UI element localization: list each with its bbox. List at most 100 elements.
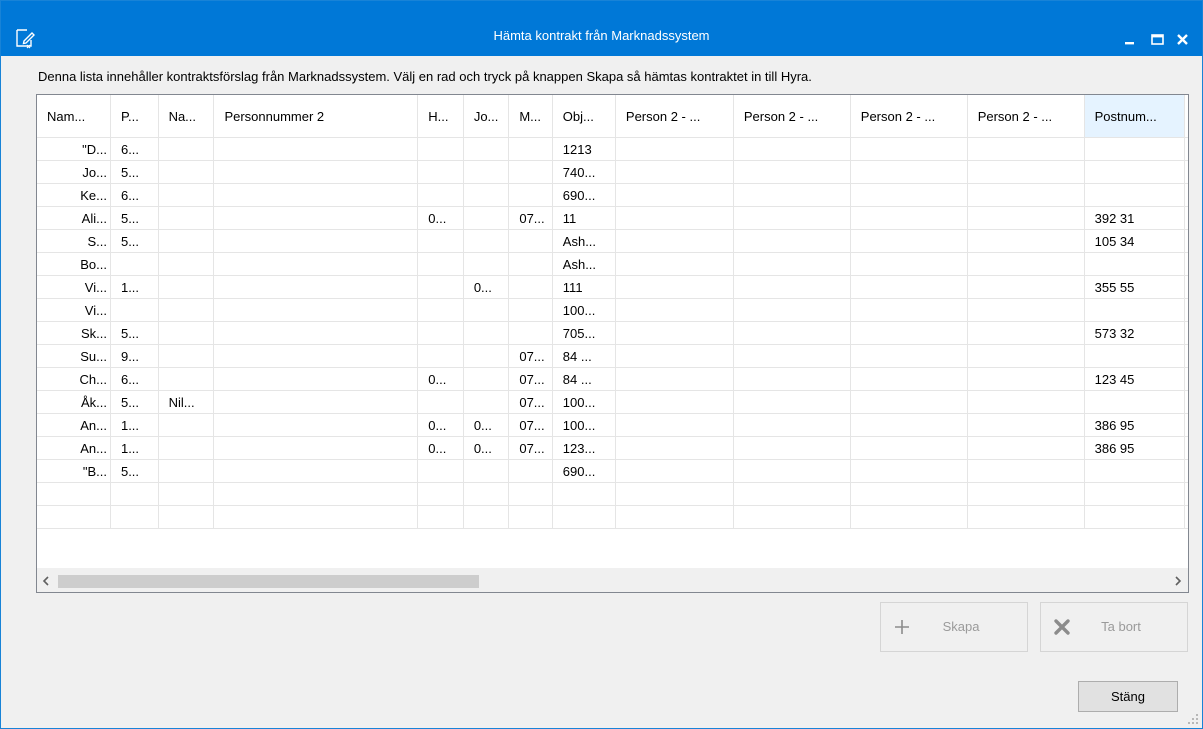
table-row[interactable]: An...1...0...0...07...100...386 95Ytt — [37, 413, 1188, 437]
create-button-label: Skapa — [942, 619, 980, 634]
chevron-left-icon[interactable] — [37, 569, 57, 593]
table-cell — [213, 137, 419, 161]
title-bar[interactable]: Hämta kontrakt från Marknadssystem — [1, 1, 1202, 56]
table-row[interactable]: Jo... 5... 740... — [37, 160, 1188, 184]
table-cell — [615, 459, 734, 483]
table-row[interactable]: Sk...5... 705... 573 32Sto — [37, 321, 1188, 345]
column-header[interactable]: Ga — [1184, 95, 1188, 138]
column-header[interactable]: Person 2 - ... — [733, 95, 851, 138]
table-cell: 123 45 — [1084, 367, 1186, 391]
grid-table: Nam... P... Na... Personnummer 2 H... Jo... M.… — [37, 95, 1188, 529]
table-cell — [463, 160, 510, 184]
table-cell — [733, 229, 851, 253]
table-cell — [1184, 459, 1188, 483]
table-row[interactable]: Ch...6... 0... 07...84 ... 123 45Lill — [37, 367, 1188, 391]
table-row[interactable]: Ali...5... 0... 07...11 392 31Sto — [37, 206, 1188, 230]
table-cell: Ash... — [552, 229, 616, 253]
minimize-icon[interactable] — [1120, 28, 1142, 50]
table-cell — [850, 344, 968, 368]
table-cell: 07... — [508, 367, 553, 391]
table-row[interactable]: S...5... Ash... 105 34Int — [37, 229, 1188, 253]
table-row[interactable] — [37, 482, 1188, 506]
table-cell: Su... — [37, 344, 111, 368]
table-cell — [158, 482, 215, 506]
table-cell — [417, 183, 464, 207]
table-cell — [850, 275, 968, 299]
column-header[interactable]: H... — [417, 95, 464, 138]
chevron-right-icon[interactable] — [1168, 569, 1188, 593]
table-cell — [508, 298, 553, 322]
table-cell — [158, 160, 215, 184]
horizontal-scrollbar[interactable] — [37, 568, 1188, 593]
column-header[interactable]: Personnummer 2 — [213, 95, 419, 138]
table-cell — [158, 344, 215, 368]
column-header[interactable]: M... — [508, 95, 553, 138]
contract-proposals-grid[interactable]: Nam... P... Na... Personnummer 2 H... Jo... M.… — [36, 94, 1189, 593]
table-row[interactable]: Su... 9... 07... 84 ... — [37, 344, 1188, 368]
table-cell — [508, 160, 553, 184]
table-cell: 6... — [110, 137, 159, 161]
table-cell — [1084, 459, 1186, 483]
table-cell — [850, 183, 968, 207]
create-button[interactable]: Skapa — [880, 602, 1028, 652]
table-cell — [615, 390, 734, 414]
delete-button[interactable]: Ta bort — [1040, 602, 1188, 652]
column-header[interactable]: Person 2 - ... — [850, 95, 968, 138]
table-cell — [615, 413, 734, 437]
table-cell — [417, 459, 464, 483]
table-cell — [158, 413, 215, 437]
table-cell — [967, 160, 1085, 184]
column-header[interactable]: Postnum... — [1084, 95, 1186, 138]
table-row[interactable]: "B... 5... 690... — [37, 459, 1188, 483]
column-header[interactable]: Jo... — [463, 95, 510, 138]
table-cell — [213, 390, 419, 414]
table-cell: An... — [37, 413, 111, 437]
table-cell: 0... — [463, 436, 510, 460]
column-header[interactable]: Person 2 - ... — [967, 95, 1085, 138]
maximize-icon[interactable] — [1147, 28, 1169, 50]
table-cell — [463, 183, 510, 207]
table-cell — [615, 505, 734, 529]
table-cell — [615, 344, 734, 368]
column-header[interactable]: Person 2 - ... — [615, 95, 734, 138]
table-cell: 07... — [508, 390, 553, 414]
table-cell — [615, 436, 734, 460]
table-cell — [1184, 183, 1188, 207]
column-header[interactable]: Na... — [158, 95, 215, 138]
table-cell — [158, 183, 215, 207]
table-cell — [733, 344, 851, 368]
table-row[interactable] — [37, 505, 1188, 529]
table-cell — [552, 482, 616, 506]
table-cell — [1084, 252, 1186, 276]
table-cell — [850, 321, 968, 345]
table-cell — [967, 183, 1085, 207]
table-cell: 6... — [110, 367, 159, 391]
scrollbar-thumb[interactable] — [58, 575, 479, 588]
close-icon[interactable] — [1172, 28, 1194, 50]
table-cell — [850, 298, 968, 322]
resize-grip-icon[interactable] — [1187, 713, 1199, 725]
table-row[interactable]: Vi... 100... — [37, 298, 1188, 322]
column-header[interactable]: Obj... — [552, 95, 616, 138]
table-cell — [508, 252, 553, 276]
table-cell: 0... — [417, 436, 464, 460]
table-row[interactable]: Åk... 5... Nil... 07... 100... — [37, 390, 1188, 414]
table-row[interactable]: Ke... 6... 690... — [37, 183, 1188, 207]
table-cell — [1084, 505, 1186, 529]
table-cell — [417, 505, 464, 529]
table-cell: Sto — [1184, 321, 1188, 345]
table-row[interactable]: "D... 6... 1213 — [37, 137, 1188, 161]
column-header[interactable]: P... — [110, 95, 159, 138]
table-row[interactable]: Bo... Ash... — [37, 252, 1188, 276]
table-cell — [158, 137, 215, 161]
table-cell — [508, 505, 553, 529]
close-dialog-button[interactable]: Stäng — [1078, 681, 1178, 712]
table-row[interactable]: Vi...1... 0... 111 355 55tes — [37, 275, 1188, 299]
table-cell — [463, 459, 510, 483]
table-cell: Bo... — [37, 252, 111, 276]
column-header[interactable]: Nam... — [37, 95, 111, 138]
table-cell — [508, 459, 553, 483]
table-cell: 100... — [552, 413, 616, 437]
table-row[interactable]: An...1...0...0...07...123...386 95Ytt — [37, 436, 1188, 460]
table-cell: Sto — [1184, 206, 1188, 230]
